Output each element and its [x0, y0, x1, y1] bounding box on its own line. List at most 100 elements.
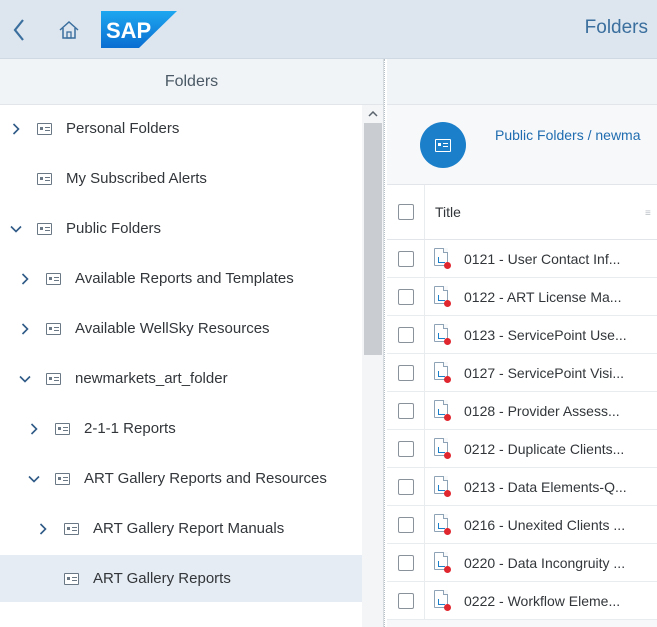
breadcrumb[interactable]: Public Folders / newma — [495, 127, 641, 143]
table-row[interactable]: 0127 - ServicePoint Visi... — [387, 354, 657, 392]
table-row[interactable]: 0212 - Duplicate Clients... — [387, 430, 657, 468]
row-checkbox[interactable] — [397, 440, 414, 457]
folder-badge — [420, 122, 466, 168]
folders-panel-title: Folders — [0, 59, 383, 105]
folder-icon — [55, 422, 70, 435]
chevron-down-icon[interactable] — [18, 372, 32, 386]
table-row[interactable]: 0222 - Workflow Eleme... — [387, 582, 657, 620]
chevron-right-icon[interactable] — [18, 322, 32, 336]
row-checkbox[interactable] — [397, 516, 414, 533]
scroll-up-button[interactable] — [362, 105, 383, 123]
shell-header: SAP Folders — [0, 0, 657, 59]
document-shortcut-icon — [433, 475, 451, 498]
tree-item[interactable]: ART Gallery Reports — [0, 555, 362, 602]
tree-item[interactable]: ART Gallery Report Manuals — [0, 505, 362, 552]
documents-table: Title ≡ 0121 - User Contact Inf... 0122 -… — [387, 185, 657, 620]
folder-icon — [55, 472, 70, 485]
column-header-title[interactable]: Title — [435, 204, 645, 220]
table-row[interactable]: 0128 - Provider Assess... — [387, 392, 657, 430]
document-shortcut-icon — [433, 361, 451, 384]
table-row[interactable]: 0213 - Data Elements-Q... — [387, 468, 657, 506]
table-row[interactable]: 0216 - Unexited Clients ... — [387, 506, 657, 544]
tree-item[interactable]: Personal Folders — [0, 105, 362, 152]
document-title[interactable]: 0122 - ART License Ma... — [464, 289, 621, 305]
tree-item-label: 2-1-1 Reports — [84, 420, 176, 437]
document-title[interactable]: 0128 - Provider Assess... — [464, 403, 620, 419]
scroll-thumb[interactable] — [364, 123, 382, 355]
folder-icon — [46, 272, 61, 285]
chevron-left-icon — [13, 19, 24, 41]
document-shortcut-icon — [433, 513, 451, 536]
row-select-cell — [387, 240, 425, 277]
folder-content-panel: Public Folders / newma Title ≡ 0121 - Us… — [387, 59, 657, 627]
tree-scrollbar[interactable] — [362, 105, 383, 627]
document-title[interactable]: 0127 - ServicePoint Visi... — [464, 365, 624, 381]
folder-icon — [64, 522, 79, 535]
row-select-cell — [387, 544, 425, 581]
select-all-checkbox[interactable] — [397, 204, 414, 220]
document-shortcut-icon — [433, 247, 451, 270]
select-all-cell — [387, 185, 425, 239]
row-select-cell — [387, 430, 425, 467]
folder-icon — [37, 222, 52, 235]
tree-item[interactable]: newmarkets_art_folder — [0, 355, 362, 402]
chevron-right-icon[interactable] — [36, 522, 50, 536]
document-shortcut-icon — [433, 551, 451, 574]
document-title[interactable]: 0220 - Data Incongruity ... — [464, 555, 625, 571]
tree-item-label: ART Gallery Report Manuals — [93, 520, 285, 537]
chevron-down-icon[interactable] — [27, 472, 41, 486]
tree-item[interactable]: Public Folders — [0, 205, 362, 252]
row-checkbox[interactable] — [397, 326, 414, 343]
row-select-cell — [387, 468, 425, 505]
document-shortcut-icon — [433, 589, 451, 612]
chevron-down-icon[interactable] — [9, 222, 23, 236]
document-shortcut-icon — [433, 285, 451, 308]
folder-icon — [64, 572, 79, 585]
row-checkbox[interactable] — [397, 554, 414, 571]
tree-item[interactable]: 2-1-1 Reports — [0, 405, 362, 452]
tree-item[interactable]: ART Gallery Reports and Resources — [0, 455, 362, 502]
content-header — [387, 105, 657, 185]
row-select-cell — [387, 582, 425, 619]
folders-panel: Folders Personal Folders My Subscribed Al… — [0, 59, 384, 627]
row-checkbox[interactable] — [397, 250, 414, 267]
sort-icon[interactable]: ≡ — [645, 208, 653, 219]
chevron-right-icon[interactable] — [27, 422, 41, 436]
table-row[interactable]: 0220 - Data Incongruity ... — [387, 544, 657, 582]
document-title[interactable]: 0121 - User Contact Inf... — [464, 251, 620, 267]
row-checkbox[interactable] — [397, 288, 414, 305]
row-select-cell — [387, 392, 425, 429]
table-row[interactable]: 0122 - ART License Ma... — [387, 278, 657, 316]
table-row[interactable]: 0123 - ServicePoint Use... — [387, 316, 657, 354]
document-shortcut-icon — [433, 437, 451, 460]
row-checkbox[interactable] — [397, 478, 414, 495]
chevron-right-icon[interactable] — [9, 122, 23, 136]
row-checkbox[interactable] — [397, 592, 414, 609]
row-checkbox[interactable] — [397, 402, 414, 419]
chevron-up-icon — [368, 111, 378, 117]
document-title[interactable]: 0222 - Workflow Eleme... — [464, 593, 620, 609]
tree-item-label: ART Gallery Reports — [93, 570, 231, 587]
document-shortcut-icon — [433, 323, 451, 346]
tree-item[interactable]: Available WellSky Resources — [0, 305, 362, 352]
document-title[interactable]: 0123 - ServicePoint Use... — [464, 327, 627, 343]
row-select-cell — [387, 354, 425, 391]
row-select-cell — [387, 278, 425, 315]
home-button[interactable] — [52, 14, 86, 46]
home-icon — [59, 20, 79, 39]
tree-item-label: ART Gallery Reports and Resources — [84, 470, 327, 487]
tree-item[interactable]: My Subscribed Alerts — [0, 155, 362, 202]
content-topbar — [387, 59, 657, 105]
table-header-row: Title ≡ — [387, 185, 657, 240]
back-button[interactable] — [6, 14, 32, 46]
chevron-right-icon[interactable] — [18, 272, 32, 286]
row-select-cell — [387, 316, 425, 353]
tree-item-label: Personal Folders — [66, 120, 180, 137]
document-title[interactable]: 0213 - Data Elements-Q... — [464, 479, 627, 495]
tree-item[interactable]: Available Reports and Templates — [0, 255, 362, 302]
row-checkbox[interactable] — [397, 364, 414, 381]
sap-logo[interactable]: SAP — [101, 11, 177, 48]
table-row[interactable]: 0121 - User Contact Inf... — [387, 240, 657, 278]
document-title[interactable]: 0216 - Unexited Clients ... — [464, 517, 625, 533]
document-title[interactable]: 0212 - Duplicate Clients... — [464, 441, 624, 457]
